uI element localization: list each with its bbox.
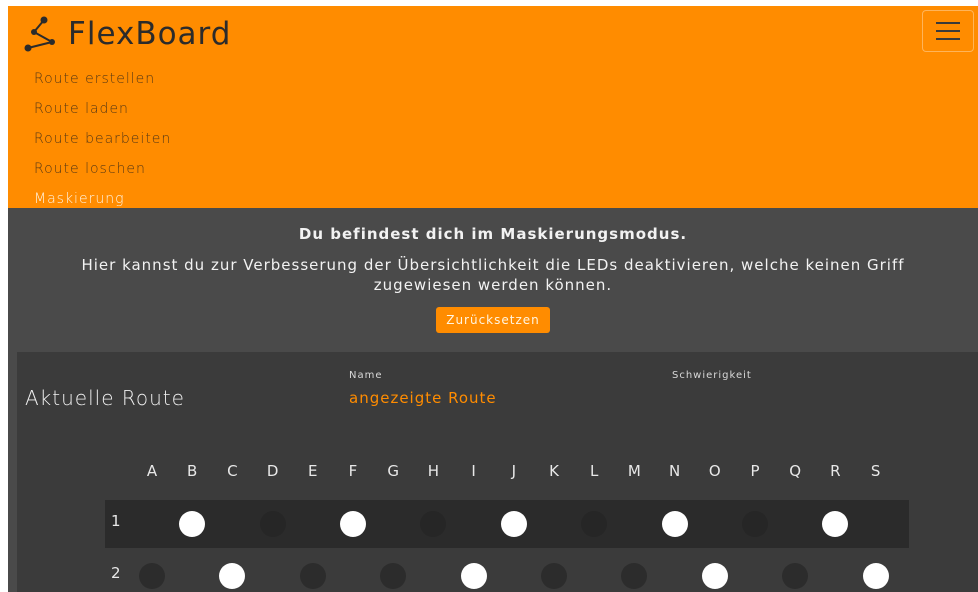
difficulty-label: Schwierigkeit [672, 370, 752, 381]
row-number: 1 [111, 512, 121, 530]
led-o2[interactable] [701, 563, 728, 589]
menu-toggle-button[interactable] [922, 10, 974, 52]
nav-item-route-loschen[interactable]: Route loschen [34, 154, 171, 184]
reset-button[interactable]: Zurücksetzen [436, 307, 550, 333]
led-p1[interactable] [742, 511, 768, 537]
route-heading: Aktuelle Route [25, 386, 185, 410]
led-r1[interactable] [822, 511, 849, 537]
grid-row-1: 1 [105, 500, 909, 548]
info-title: Du befindest dich im Maskierungsmodus. [298, 225, 688, 243]
column-header-s: S [870, 462, 881, 480]
column-header-r: R [830, 462, 841, 480]
led-d1[interactable] [259, 511, 286, 537]
nav-menu: Route erstellen Route laden Route bearbe… [34, 64, 171, 214]
hamburger-icon-bar [936, 30, 960, 32]
led-b1[interactable] [179, 511, 206, 537]
column-header-o: O [708, 462, 721, 480]
led-a2[interactable] [139, 563, 165, 589]
grid-row-2: 2 [105, 552, 909, 592]
name-label: Name [349, 370, 383, 381]
nav-item-route-erstellen[interactable]: Route erstellen [34, 64, 171, 94]
page: FlexBoard Route erstellen Route laden Ro… [8, 6, 978, 592]
column-header-j: J [511, 462, 517, 480]
led-s2[interactable] [862, 563, 889, 589]
nav-item-route-laden[interactable]: Route laden [34, 94, 171, 124]
led-q2[interactable] [782, 563, 809, 589]
route-name-value: angezeigte Route [349, 389, 497, 407]
led-n1[interactable] [661, 511, 688, 537]
column-header-i: I [471, 462, 476, 480]
led-g2[interactable] [380, 563, 407, 589]
column-header-k: K [549, 462, 559, 480]
brand-name: FlexBoard [68, 16, 232, 52]
column-header-e: E [308, 462, 318, 480]
led-h1[interactable] [420, 511, 447, 537]
column-header-f: F [348, 462, 358, 480]
column-header-l: L [590, 462, 599, 480]
led-c2[interactable] [219, 563, 246, 589]
led-k2[interactable] [541, 563, 567, 589]
led-i2[interactable] [460, 563, 487, 589]
led-j1[interactable] [500, 511, 527, 537]
column-header-q: Q [789, 462, 802, 480]
column-header-p: P [750, 462, 760, 480]
hamburger-icon-bar [936, 38, 960, 40]
column-header-h: H [427, 462, 440, 480]
row-number: 2 [111, 564, 121, 582]
column-header-n: N [668, 462, 681, 480]
led-e2[interactable] [299, 563, 326, 589]
brand[interactable]: FlexBoard [22, 14, 231, 54]
route-graph-icon [24, 16, 55, 52]
masking-info: Du befindest dich im Maskierungsmodus. H… [8, 208, 978, 346]
column-header-b: B [187, 462, 198, 480]
led-l1[interactable] [581, 511, 608, 537]
column-header-g: G [387, 462, 399, 480]
navbar: FlexBoard Route erstellen Route laden Ro… [8, 6, 978, 208]
led-f1[interactable] [340, 511, 366, 537]
current-route-card: Aktuelle Route Name angezeigte Route Sch… [17, 352, 978, 592]
info-text: Hier kannst du zur Verbesserung der Über… [81, 256, 905, 294]
column-header-d: D [266, 462, 279, 480]
column-header-c: C [227, 462, 238, 480]
hamburger-icon-bar [936, 22, 960, 24]
column-header-m: M [627, 462, 641, 480]
led-m2[interactable] [621, 563, 648, 589]
nav-item-route-bearbeiten[interactable]: Route bearbeiten [34, 124, 171, 154]
column-header-a: A [146, 462, 158, 480]
